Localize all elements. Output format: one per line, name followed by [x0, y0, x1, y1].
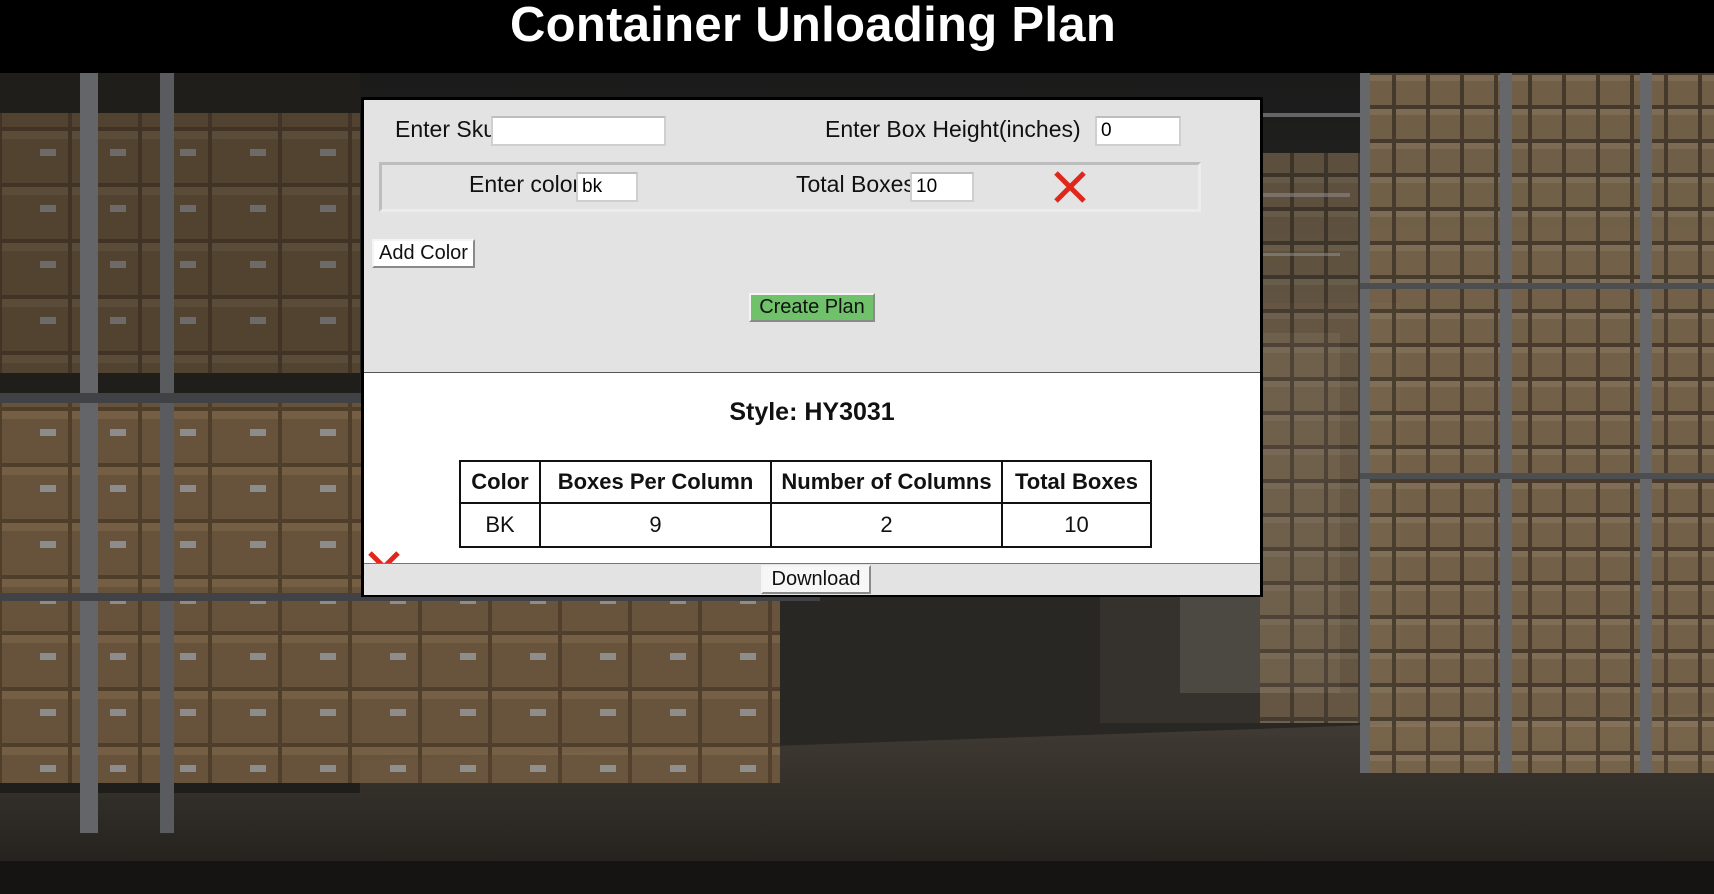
page: Container Unloading Plan Enter Sku Enter…	[0, 0, 1714, 894]
column-header-color: Color	[459, 460, 541, 504]
box-height-label: Enter Box Height(inches)	[825, 116, 1081, 142]
cell-total-boxes: 10	[1001, 502, 1152, 548]
total-boxes-input[interactable]	[910, 172, 974, 202]
sku-input[interactable]	[491, 116, 666, 146]
cell-color: BK	[459, 502, 541, 548]
table-header-row: Color Boxes Per Column Number of Columns…	[459, 460, 1152, 504]
download-bar: Download	[364, 563, 1260, 595]
color-label: Enter color	[469, 171, 581, 197]
sku-label: Enter Sku	[395, 116, 496, 142]
style-title: Style: HY3031	[729, 398, 895, 426]
color-input[interactable]	[576, 172, 638, 202]
cell-number-of-columns: 2	[770, 502, 1003, 548]
form-inputs-section: Enter Sku Enter Box Height(inches) Enter…	[364, 100, 1260, 373]
box-height-input[interactable]	[1095, 116, 1181, 146]
page-title: Container Unloading Plan	[509, 0, 1117, 52]
table-row: BK 9 2 10	[459, 502, 1152, 548]
create-plan-button[interactable]: Create Plan	[749, 293, 875, 322]
header-bar: Container Unloading Plan	[0, 0, 1714, 73]
add-color-button[interactable]: Add Color	[372, 239, 475, 268]
download-button[interactable]: Download	[761, 565, 871, 594]
total-boxes-label: Total Boxes	[796, 171, 915, 197]
column-header-total-boxes: Total Boxes	[1001, 460, 1152, 504]
remove-color-x-icon[interactable]	[1052, 169, 1088, 205]
plan-result-section: Style: HY3031 Color Boxes Per Column Num…	[364, 373, 1260, 563]
column-header-boxes-per-column: Boxes Per Column	[539, 460, 772, 504]
plan-table: Color Boxes Per Column Number of Columns…	[459, 460, 1152, 548]
column-header-number-of-columns: Number of Columns	[770, 460, 1003, 504]
form-panel: Enter Sku Enter Box Height(inches) Enter…	[361, 97, 1263, 597]
cell-boxes-per-column: 9	[539, 502, 772, 548]
color-entry-row: Enter color Total Boxes	[379, 162, 1201, 212]
